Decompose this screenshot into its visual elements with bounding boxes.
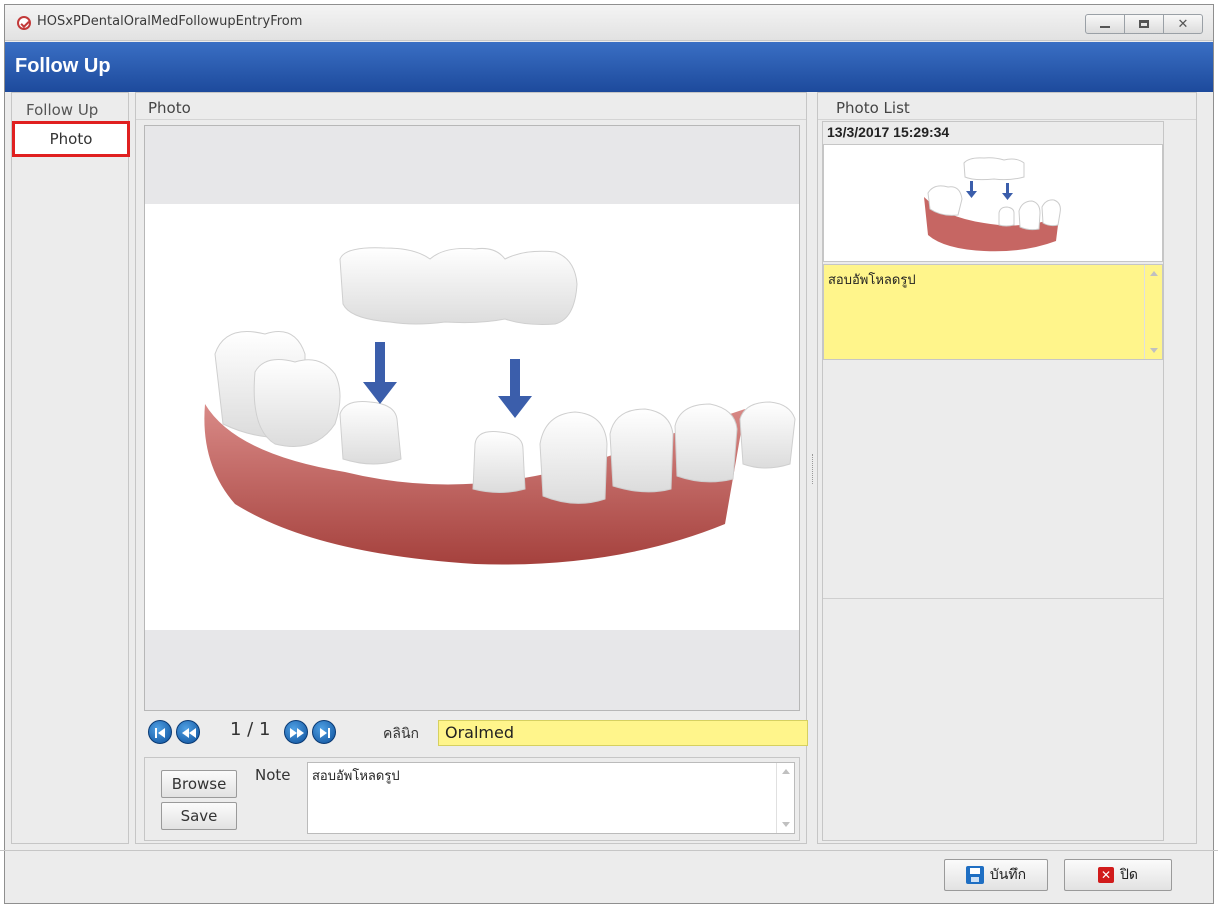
close-x-icon: ✕ [1098,867,1114,883]
last-photo-button[interactable] [312,720,336,744]
thumbnail-image [924,157,1061,252]
minimize-button[interactable] [1085,14,1125,34]
minimize-icon [1100,26,1110,28]
maximize-icon [1139,20,1149,28]
photo-actions: Browse Save Note สอบอัพโหลดรูป [144,757,800,841]
maximize-button[interactable] [1124,14,1164,34]
window-controls: ✕ [1085,14,1203,34]
first-photo-button[interactable] [148,720,172,744]
save-record-button[interactable]: บันทึก [944,859,1048,891]
list-divider [823,598,1163,599]
photo-image-area [145,204,799,630]
rewind-icon [182,728,196,738]
page-title: Follow Up [15,55,111,77]
scroll-up-icon [1150,271,1158,276]
photo-navigator: 1 / 1 คลินิก Oralmed [144,715,808,751]
note-scrollbar[interactable] [776,763,794,833]
photo-thumbnail[interactable] [823,144,1163,262]
close-icon: ✕ [1177,16,1189,32]
photo-list: 13/3/2017 15:29:34 สอบอัพโหลดรูป [822,121,1164,841]
scroll-down-icon [782,822,790,827]
photo-list-title: Photo List [818,93,1196,120]
next-photo-button[interactable] [284,720,308,744]
clinic-label: คลินิก [383,726,419,742]
photo-note-scrollbar[interactable] [1144,265,1162,359]
panel-splitter[interactable] [812,454,814,484]
floppy-disk-icon [965,866,984,884]
photo-list-item-note[interactable]: สอบอัพโหลดรูป [823,264,1163,360]
app-logo-icon [17,16,31,30]
previous-photo-button[interactable] [176,720,200,744]
scroll-down-icon [1150,348,1158,353]
skip-last-icon [320,728,330,738]
skip-first-icon [155,728,165,738]
close-window-button[interactable]: ✕ [1163,14,1203,34]
page-header: Follow Up [5,42,1213,92]
photo-list-note-text: สอบอัพโหลดรูป [828,273,916,288]
nav-item-photo[interactable]: Photo [12,121,130,157]
dental-bridge-image [204,247,796,565]
photo-panel: Photo 1 / 1 คลินิก Oralmed Browse Save N… [135,92,808,844]
scroll-up-icon [782,769,790,774]
close-form-label: ปิด [1120,867,1138,883]
browse-button[interactable]: Browse [161,770,237,798]
note-field[interactable]: สอบอัพโหลดรูป [307,762,795,834]
window-title: HOSxPDentalOralMedFollowupEntryFrom [37,14,303,29]
save-record-label: บันทึก [989,867,1027,883]
note-text: สอบอัพโหลดรูป [312,769,400,784]
fast-forward-icon [290,728,304,738]
footer-divider [0,850,1218,851]
note-label: Note [255,766,291,784]
left-nav-heading: Follow Up [26,101,99,119]
title-bar: HOSxPDentalOralMedFollowupEntryFrom ✕ [5,5,1213,41]
photo-list-item-date: 13/3/2017 15:29:34 [827,124,950,140]
photo-panel-title: Photo [136,93,806,120]
clinic-field[interactable]: Oralmed [438,720,808,746]
page-indicator: 1 / 1 [230,719,271,740]
photo-list-panel: Photo List 13/3/2017 15:29:34 สอบอัพโหลด… [817,92,1197,844]
photo-viewer[interactable] [144,125,800,711]
left-nav: Follow Up Photo [11,92,130,844]
save-photo-button[interactable]: Save [161,802,237,830]
close-form-button[interactable]: ✕ ปิด [1064,859,1172,891]
